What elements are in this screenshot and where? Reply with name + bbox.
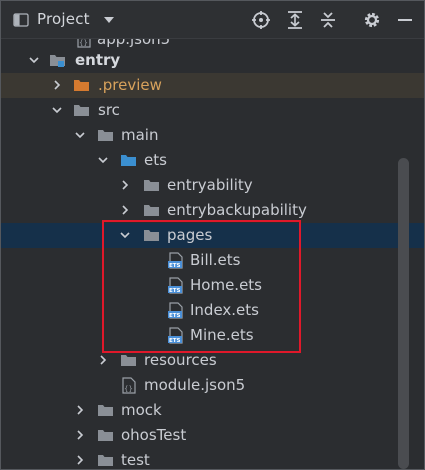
chevron-down-icon[interactable] bbox=[97, 154, 109, 166]
chevron-right-icon[interactable] bbox=[51, 79, 63, 91]
tree-item-label: .preview bbox=[98, 76, 162, 94]
svg-text:{}: {} bbox=[79, 39, 88, 47]
folder-icon bbox=[144, 205, 159, 216]
svg-text:{}: {} bbox=[124, 385, 133, 393]
folder-icon bbox=[144, 180, 159, 191]
ets-file-icon: ETS bbox=[168, 277, 183, 294]
tree-row-home-ets[interactable]: ETS Home.ets bbox=[1, 273, 424, 298]
tree-row-entryability[interactable]: entryability bbox=[1, 173, 424, 198]
chevron-down-icon[interactable] bbox=[74, 129, 86, 141]
tree-row-bill-ets[interactable]: ETS Bill.ets bbox=[1, 248, 424, 273]
tree-row-ohostest[interactable]: ohosTest bbox=[1, 423, 424, 448]
project-tree: {} app.json5 entry .preview src main ets… bbox=[1, 39, 424, 469]
tree-item-label: resources bbox=[144, 351, 217, 369]
chevron-right-icon[interactable] bbox=[119, 179, 131, 191]
tree-item-label: test bbox=[121, 451, 150, 469]
folder-icon bbox=[98, 130, 113, 141]
chevron-right-icon[interactable] bbox=[74, 454, 86, 466]
tree-row-module-json5[interactable]: {} module.json5 bbox=[1, 373, 424, 398]
tree-item-label: Home.ets bbox=[190, 276, 262, 294]
tree-row-entry[interactable]: entry bbox=[1, 48, 424, 73]
tree-row-pages[interactable]: pages bbox=[1, 223, 424, 248]
tree-row-entrybackupability[interactable]: entrybackupability bbox=[1, 198, 424, 223]
source-folder-icon bbox=[121, 155, 136, 166]
project-window-icon bbox=[13, 13, 29, 27]
chevron-right-icon[interactable] bbox=[119, 204, 131, 216]
tree-item-label: mock bbox=[121, 401, 162, 419]
tree-row-preview[interactable]: .preview bbox=[1, 73, 424, 98]
chevron-down-icon[interactable] bbox=[51, 104, 63, 116]
project-header: Project bbox=[1, 1, 424, 39]
tree-item-label: entry bbox=[75, 51, 121, 69]
folder-icon bbox=[98, 455, 113, 466]
chevron-right-icon[interactable] bbox=[74, 429, 86, 441]
ets-badge: ETS bbox=[169, 313, 181, 319]
ets-file-icon: ETS bbox=[168, 252, 183, 269]
json-file-icon: {} bbox=[77, 39, 91, 48]
ets-file-icon: ETS bbox=[168, 302, 183, 319]
chevron-down-icon[interactable] bbox=[119, 229, 131, 241]
tree-row-main[interactable]: main bbox=[1, 123, 424, 148]
tree-row-mock[interactable]: mock bbox=[1, 398, 424, 423]
project-title[interactable]: Project bbox=[37, 10, 90, 28]
tree-row-test[interactable]: test bbox=[1, 448, 424, 469]
tree-item-label: entrybackupability bbox=[167, 201, 307, 219]
tree-row-mine-ets[interactable]: ETS Mine.ets bbox=[1, 323, 424, 348]
ets-badge: ETS bbox=[169, 288, 181, 294]
folder-icon bbox=[74, 105, 89, 116]
folder-icon bbox=[98, 405, 113, 416]
json-file-icon: {} bbox=[122, 377, 136, 394]
tree-item-label: Index.ets bbox=[190, 301, 259, 319]
folder-icon bbox=[144, 230, 159, 241]
caret-down-icon[interactable] bbox=[102, 15, 116, 25]
tree-row-index-ets[interactable]: ETS Index.ets bbox=[1, 298, 424, 323]
ets-file-icon: ETS bbox=[168, 327, 183, 344]
chevron-down-icon[interactable] bbox=[28, 54, 40, 66]
folder-icon bbox=[98, 430, 113, 441]
tree-row-src[interactable]: src bbox=[1, 98, 424, 123]
module-folder-icon bbox=[50, 55, 65, 67]
chevron-right-icon[interactable] bbox=[97, 354, 109, 366]
gear-icon[interactable] bbox=[362, 10, 382, 30]
chevron-right-icon[interactable] bbox=[74, 404, 86, 416]
tree-item-label: pages bbox=[167, 226, 213, 244]
tree-item-label: ets bbox=[144, 151, 167, 169]
tree-row-ets[interactable]: ets bbox=[1, 148, 424, 173]
minimize-icon[interactable] bbox=[395, 10, 415, 30]
folder-icon bbox=[121, 355, 136, 366]
vertical-scrollbar[interactable] bbox=[398, 158, 409, 469]
tree-item-label: src bbox=[98, 101, 120, 119]
ets-badge: ETS bbox=[169, 263, 181, 269]
tree-item-label: ohosTest bbox=[121, 426, 187, 444]
project-panel: Project {} app.json5 entry .preview src … bbox=[0, 0, 425, 470]
tree-item-label: module.json5 bbox=[144, 376, 246, 394]
collapse-all-icon[interactable] bbox=[318, 10, 338, 30]
tree-item-label: Bill.ets bbox=[190, 251, 241, 269]
tree-item-label: main bbox=[121, 126, 159, 144]
expand-all-icon[interactable] bbox=[285, 10, 305, 30]
tree-item-label: entryability bbox=[167, 176, 253, 194]
tree-item-label: Mine.ets bbox=[190, 326, 254, 344]
orange-folder-icon bbox=[74, 80, 89, 91]
tree-row-resources[interactable]: resources bbox=[1, 348, 424, 373]
ets-badge: ETS bbox=[169, 338, 181, 344]
locate-icon[interactable] bbox=[251, 10, 271, 30]
